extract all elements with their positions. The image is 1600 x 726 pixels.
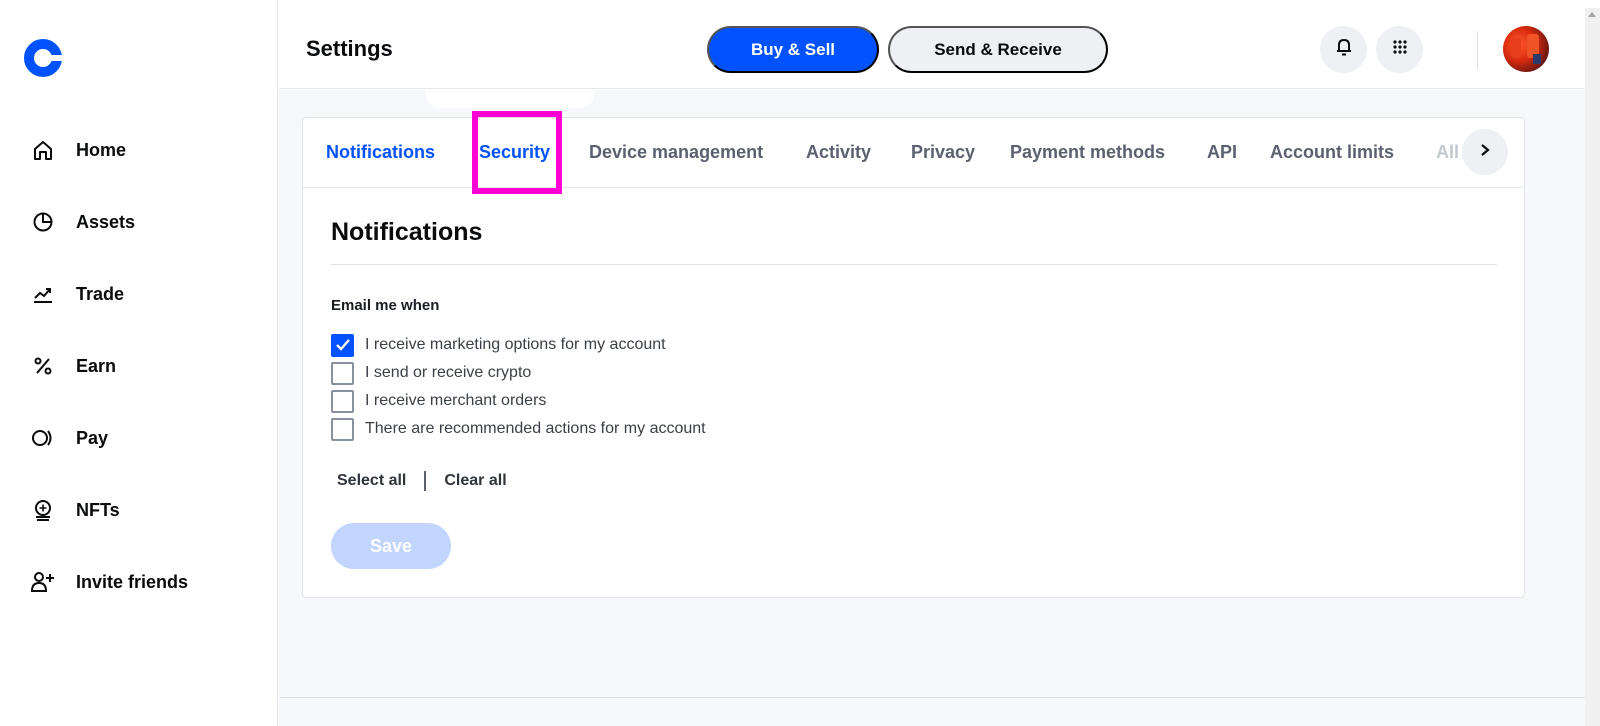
- tab-notifications[interactable]: Notifications: [326, 142, 435, 163]
- grid-icon: [1392, 40, 1407, 59]
- tab-privacy[interactable]: Privacy: [911, 142, 975, 163]
- sidebar-item-label: Trade: [76, 283, 125, 304]
- clear-all-link[interactable]: Clear all: [444, 472, 506, 490]
- coinbase-logo-icon[interactable]: [24, 39, 62, 77]
- tab-device-management[interactable]: Device management: [589, 142, 763, 163]
- checkbox-checked[interactable]: [331, 333, 354, 357]
- sidebar-item-earn[interactable]: Earn: [0, 330, 278, 402]
- bulk-divider: [424, 471, 427, 491]
- sidebar: Home Assets Trade Earn Pay NFTs Invite f…: [0, 0, 278, 726]
- home-icon: [30, 137, 56, 163]
- sidebar-item-nfts[interactable]: NFTs: [0, 474, 278, 546]
- option-label: I receive marketing options for my accou…: [365, 336, 666, 353]
- tab-security[interactable]: Security: [479, 142, 550, 163]
- sidebar-item-home[interactable]: Home: [0, 114, 278, 186]
- footer-divider: [279, 697, 1585, 698]
- option-label: I receive merchant orders: [365, 392, 547, 409]
- buy-sell-button[interactable]: Buy & Sell: [707, 26, 879, 73]
- add-user-icon: [30, 569, 56, 595]
- apps-button[interactable]: [1376, 26, 1423, 73]
- option-label: There are recommended actions for my acc…: [365, 420, 706, 437]
- page-scrollbar[interactable]: [1585, 8, 1600, 726]
- tooltip: [426, 90, 594, 108]
- option-merchant-orders[interactable]: I receive merchant orders: [331, 387, 706, 415]
- tab-all[interactable]: All: [1436, 142, 1459, 163]
- email-group-label: Email me when: [331, 297, 440, 314]
- sidebar-item-label: Earn: [76, 355, 117, 376]
- sidebar-item-label: Assets: [76, 211, 136, 232]
- option-label: I send or receive crypto: [365, 364, 532, 381]
- checkbox[interactable]: [331, 417, 354, 441]
- bulk-actions: Select all Clear all: [337, 471, 507, 491]
- percent-icon: [30, 353, 56, 379]
- tab-payment-methods[interactable]: Payment methods: [1010, 142, 1165, 163]
- email-options-list: I receive marketing options for my accou…: [331, 331, 706, 443]
- pay-icon: [30, 425, 56, 451]
- section-title: Notifications: [331, 218, 483, 246]
- section-divider: [331, 264, 1497, 265]
- user-avatar[interactable]: [1503, 26, 1549, 72]
- top-header: Settings Buy & Sell Send & Receive: [279, 10, 1585, 89]
- option-marketing[interactable]: I receive marketing options for my accou…: [331, 331, 706, 359]
- header-divider: [1477, 31, 1478, 69]
- tab-activity[interactable]: Activity: [806, 142, 871, 163]
- select-all-link[interactable]: Select all: [337, 472, 406, 490]
- option-send-receive-crypto[interactable]: I send or receive crypto: [331, 359, 706, 387]
- chevron-right-icon: [1479, 143, 1491, 162]
- settings-tabs: Notifications Security Device management…: [303, 118, 1524, 188]
- sidebar-item-label: Invite friends: [76, 571, 189, 592]
- sidebar-item-label: Pay: [76, 427, 109, 448]
- sidebar-nav: Home Assets Trade Earn Pay NFTs Invite f…: [0, 114, 278, 618]
- scroll-up-arrow-icon[interactable]: [1588, 12, 1596, 17]
- tab-api[interactable]: API: [1207, 142, 1237, 163]
- sidebar-item-trade[interactable]: Trade: [0, 258, 278, 330]
- page-title: Settings: [306, 36, 393, 61]
- main-content: Notifications Security Device management…: [279, 90, 1585, 726]
- checkmark-icon: [335, 339, 350, 351]
- sidebar-item-assets[interactable]: Assets: [0, 186, 278, 258]
- settings-card: Notifications Security Device management…: [302, 117, 1525, 598]
- send-receive-button[interactable]: Send & Receive: [888, 26, 1108, 73]
- trend-up-icon: [30, 281, 56, 307]
- nft-icon: [30, 497, 56, 523]
- bell-icon: [1336, 38, 1352, 61]
- tabs-next-button[interactable]: [1462, 129, 1508, 175]
- sidebar-item-pay[interactable]: Pay: [0, 402, 278, 474]
- sidebar-item-label: Home: [76, 139, 127, 160]
- sidebar-item-invite-friends[interactable]: Invite friends: [0, 546, 278, 618]
- sidebar-item-label: NFTs: [76, 499, 120, 520]
- app-window: Home Assets Trade Earn Pay NFTs Invite f…: [0, 0, 1600, 726]
- pie-chart-icon: [30, 209, 56, 235]
- checkbox[interactable]: [331, 389, 354, 413]
- option-recommended-actions[interactable]: There are recommended actions for my acc…: [331, 415, 706, 443]
- save-button[interactable]: Save: [331, 523, 451, 569]
- checkbox[interactable]: [331, 361, 354, 385]
- tab-account-limits[interactable]: Account limits: [1270, 142, 1394, 163]
- notifications-button[interactable]: [1320, 26, 1367, 73]
